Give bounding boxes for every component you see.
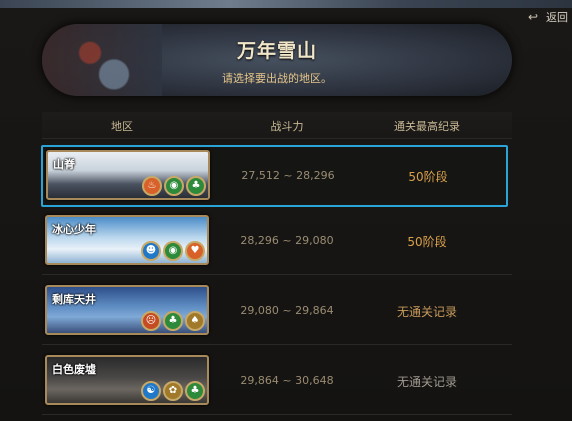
best-record: 50阶段 (407, 235, 447, 249)
power-range: 29,864 ~ 30,648 (240, 374, 334, 387)
column-header-region: 地区 (111, 120, 133, 133)
fire-element-icon: ♨ (142, 176, 162, 196)
page-subtitle: 请选择要出战的地区。 (222, 72, 332, 85)
back-button[interactable]: ↩ 返回 (528, 9, 568, 25)
region-name: 剩库天井 (52, 293, 96, 306)
leaf-element-icon: ♣ (185, 381, 205, 401)
triskelion-element-icon: ☯ (141, 381, 161, 401)
region-name: 山脊 (53, 158, 75, 171)
best-record: 无通关记录 (396, 305, 457, 319)
region-name: 冰心少年 (52, 223, 96, 236)
region-row-shanji[interactable]: 山脊 ♨ ◉ ♣ 27,512 ~ 28,296 50阶段 (41, 145, 508, 207)
power-range: 29,080 ~ 29,864 (240, 304, 334, 317)
paw-element-icon: ✿ (163, 381, 183, 401)
region-thumbnail: 剩库天井 ☹ ♣ ♠ (45, 285, 209, 335)
return-arrow-icon: ↩ (527, 10, 538, 24)
region-row-bingxin[interactable]: 冰心少年 ☻ ◉ ♥ 28,296 ~ 29,080 50阶段 (42, 212, 512, 275)
leaf-element-icon: ♣ (186, 176, 206, 196)
spade-element-icon: ♠ (185, 311, 205, 331)
region-row-shengku[interactable]: 剩库天井 ☹ ♣ ♠ 29,080 ~ 29,864 无通关记录 (42, 282, 512, 345)
column-header-power: 战斗力 (270, 120, 304, 133)
power-range: 28,296 ~ 29,080 (240, 234, 334, 247)
page-title: 万年雪山 (236, 40, 317, 62)
heart-element-icon: ♥ (185, 241, 205, 261)
eye-element-icon: ◉ (163, 241, 183, 261)
column-header-record: 通关最高纪录 (394, 120, 460, 133)
best-record: 无通关记录 (396, 375, 457, 389)
back-label: 返回 (546, 11, 568, 24)
water-element-icon: ☻ (141, 241, 161, 261)
power-range: 27,512 ~ 28,296 (241, 169, 335, 182)
region-thumbnail: 山脊 ♨ ◉ ♣ (46, 150, 210, 200)
table-header: 地区 战斗力 通关最高纪录 (42, 112, 512, 139)
region-name: 白色废墟 (52, 363, 96, 376)
region-thumbnail: 冰心少年 ☻ ◉ ♥ (45, 215, 209, 265)
top-art-strip (0, 0, 572, 8)
skull-element-icon: ☹ (141, 311, 161, 331)
best-record: 50阶段 (408, 170, 448, 184)
region-row-baise[interactable]: 白色废墟 ☯ ✿ ♣ 29,864 ~ 30,648 无通关记录 (42, 352, 512, 415)
leaf-element-icon: ♣ (163, 311, 183, 331)
region-thumbnail: 白色废墟 ☯ ✿ ♣ (45, 355, 209, 405)
eye-element-icon: ◉ (164, 176, 184, 196)
area-banner: 万年雪山 请选择要出战的地区。 (42, 24, 512, 96)
